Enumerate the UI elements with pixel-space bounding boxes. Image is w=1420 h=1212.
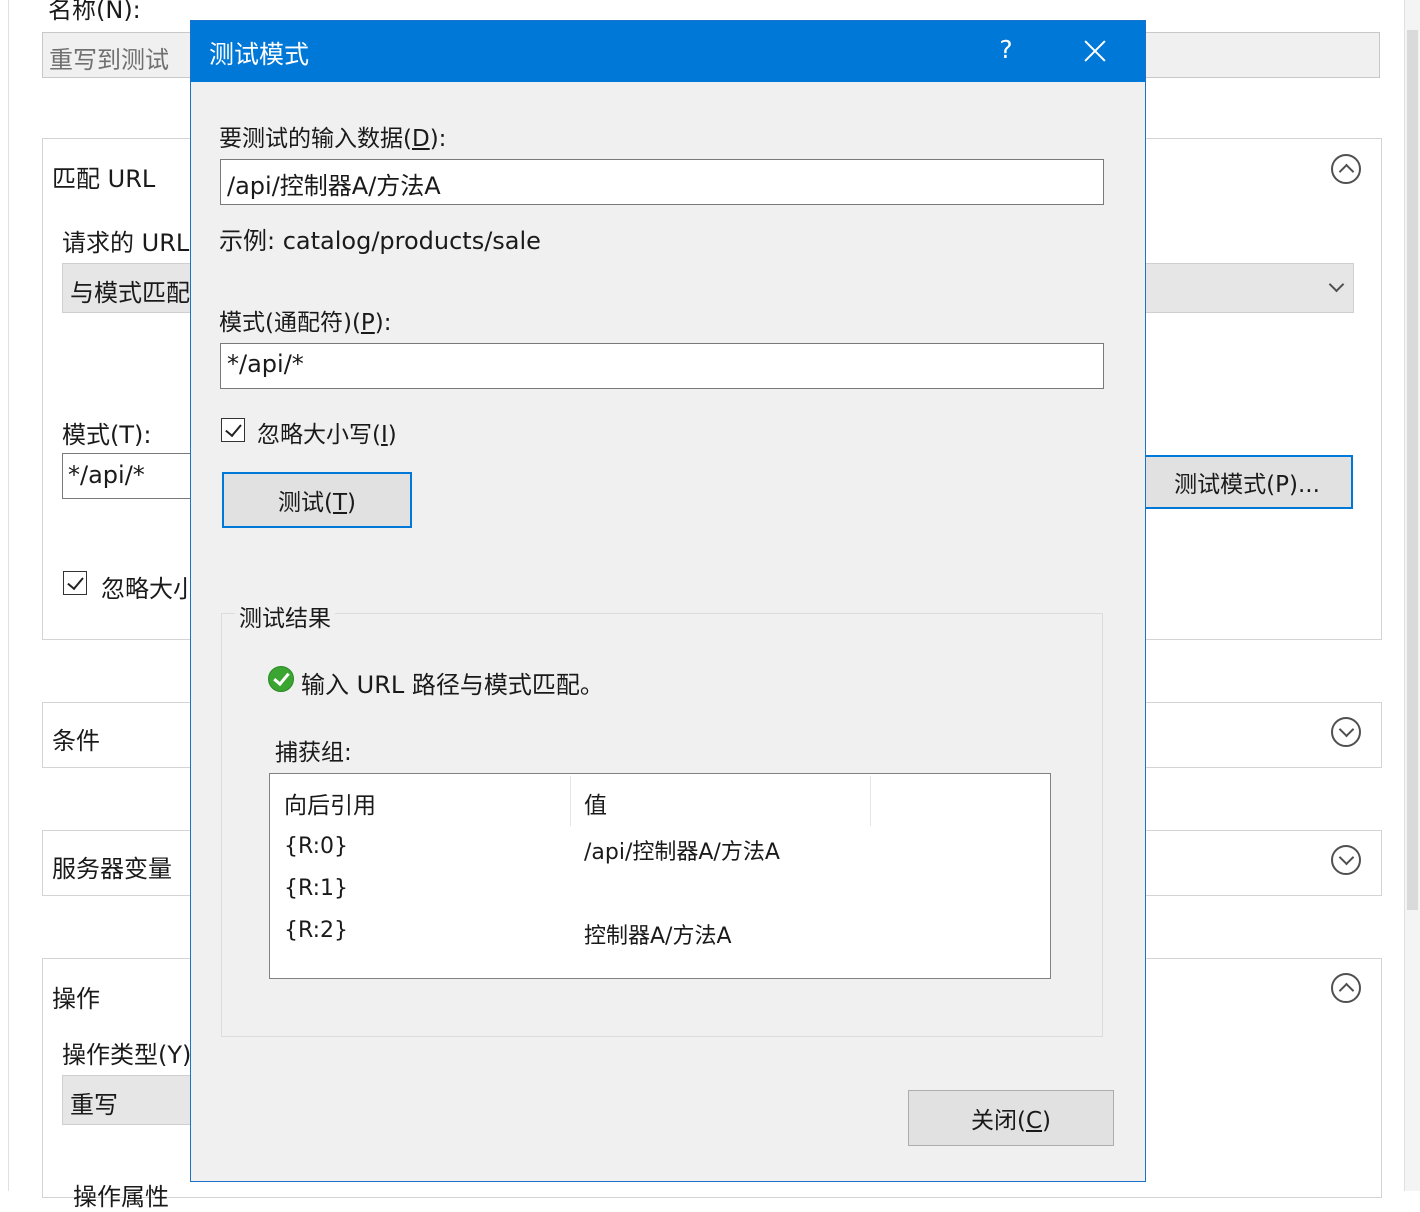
chevron-up-icon <box>1338 982 1354 999</box>
ignore-case-label-bg: 忽略大小 <box>101 575 197 603</box>
pattern-wildcard-label: 模式(通配符)(P): <box>219 310 392 336</box>
close-icon[interactable] <box>1073 29 1117 73</box>
table-row-value[interactable]: /api/控制器A/方法A <box>584 834 780 866</box>
scrollbar-thumb[interactable] <box>1407 30 1418 910</box>
column-header-backreference[interactable]: 向后引用 <box>284 786 376 820</box>
test-pattern-button[interactable]: 测试模式(P)... <box>1141 455 1353 509</box>
ignore-case-label: 忽略大小写(I) <box>257 422 397 448</box>
match-url-title: 匹配 URL <box>52 165 156 193</box>
ignore-case-checkbox-bg[interactable] <box>63 571 87 595</box>
pattern-input-value: */api/* <box>68 461 145 489</box>
success-check-icon <box>268 666 294 692</box>
test-results-title: 测试结果 <box>235 599 335 633</box>
action-properties-label: 操作属性 <box>73 1183 169 1211</box>
pattern-field[interactable]: */api/* <box>220 343 1104 389</box>
expand-server-variables-button[interactable] <box>1331 845 1361 875</box>
action-type-value: 重写 <box>70 1091 118 1119</box>
requested-url-label: 请求的 URL <box>62 229 190 257</box>
dialog-title: 测试模式 <box>209 40 310 69</box>
test-button-label: 测试(T) <box>277 490 357 516</box>
example-text: 示例: catalog/products/sale <box>219 227 541 255</box>
close-button[interactable]: 关闭(C) <box>908 1090 1114 1146</box>
table-row-ref[interactable]: {R:1} <box>284 876 348 901</box>
chevron-down-icon <box>1338 849 1354 866</box>
column-header-value[interactable]: 值 <box>584 786 607 820</box>
column-separator <box>570 776 571 826</box>
action-type-label: 操作类型(Y) <box>62 1041 192 1069</box>
table-row-ref[interactable]: {R:0} <box>284 834 348 859</box>
collapse-match-url-button[interactable] <box>1331 154 1361 184</box>
test-button[interactable]: 测试(T) <box>222 472 412 528</box>
name-label: 名称(N): <box>48 0 141 24</box>
input-data-label: 要测试的输入数据(D): <box>219 126 447 152</box>
server-variables-title: 服务器变量 <box>52 855 172 883</box>
name-input-value: 重写到测试 <box>49 46 169 74</box>
help-button[interactable]: ? <box>991 35 1021 64</box>
capture-groups-label: 捕获组: <box>275 740 352 766</box>
result-message: 输入 URL 路径与模式匹配。 <box>301 671 604 699</box>
table-row-value[interactable]: 控制器A/方法A <box>584 918 732 950</box>
close-button-label: 关闭(C) <box>970 1108 1052 1134</box>
requested-url-value: 与模式匹配 <box>70 279 190 307</box>
collapse-action-button[interactable] <box>1331 973 1361 1003</box>
check-icon <box>224 419 242 437</box>
conditions-title: 条件 <box>52 727 100 755</box>
chevron-up-icon <box>1338 163 1354 180</box>
input-data-value: /api/控制器A/方法A <box>227 172 441 200</box>
chevron-down-icon <box>1328 276 1345 293</box>
action-title: 操作 <box>52 985 100 1013</box>
table-row-ref[interactable]: {R:2} <box>284 918 348 943</box>
input-data-field[interactable]: /api/控制器A/方法A <box>220 159 1104 205</box>
dialog-titlebar[interactable]: 测试模式 ? <box>191 21 1145 82</box>
check-icon <box>66 572 84 590</box>
pattern-value: */api/* <box>227 350 304 378</box>
column-separator <box>870 776 871 826</box>
chevron-down-icon <box>1338 721 1354 738</box>
expand-conditions-button[interactable] <box>1331 717 1361 747</box>
window-left-edge <box>8 0 9 1191</box>
capture-groups-list[interactable]: 向后引用 值 {R:0} /api/控制器A/方法A {R:1} {R:2} 控… <box>269 773 1051 979</box>
test-pattern-dialog: 测试模式 ? 要测试的输入数据(D): /api/控制器A/方法A 示例: ca… <box>190 20 1146 1182</box>
ignore-case-checkbox[interactable] <box>221 418 245 442</box>
pattern-label: 模式(T): <box>62 421 152 449</box>
test-pattern-button-label: 测试模式(P)... <box>1174 472 1320 498</box>
